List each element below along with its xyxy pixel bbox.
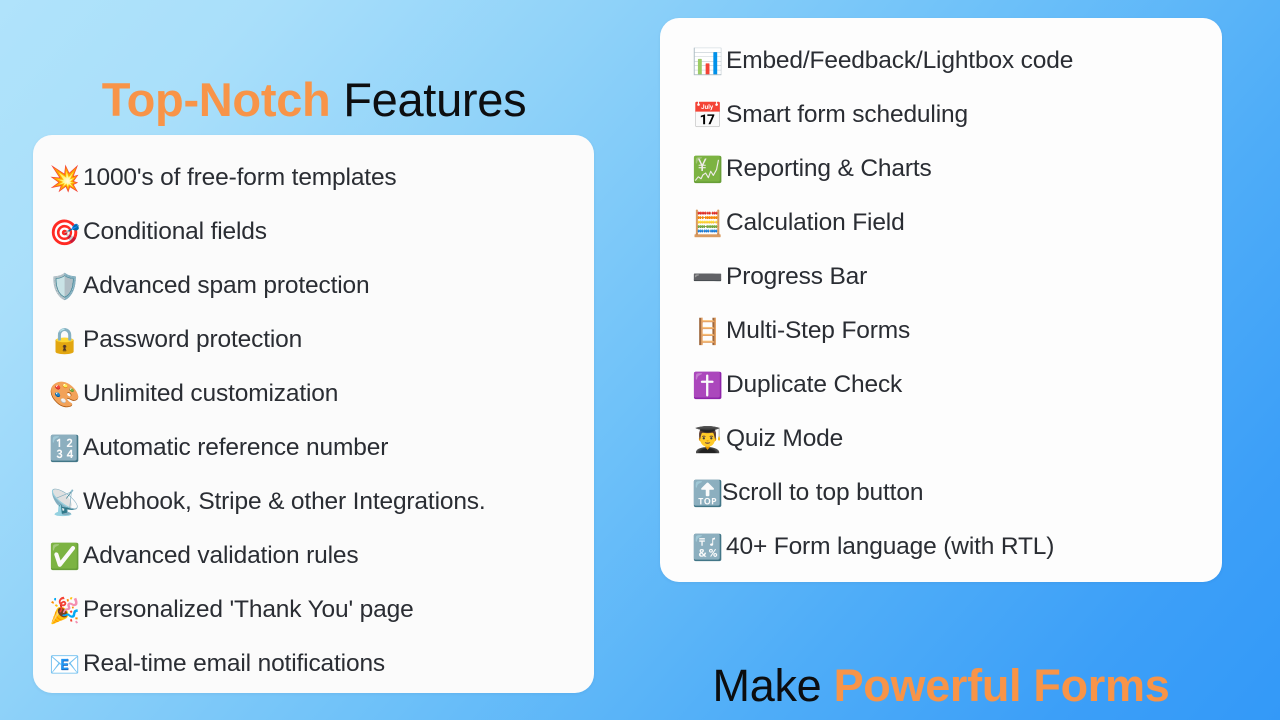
list-item-label: 40+ Form language (with RTL) [726, 533, 1055, 560]
list-item: 📊 Embed/Feedback/Lightbox code [692, 34, 1222, 88]
list-item-label: Real-time email notifications [83, 650, 386, 677]
list-item-label: Conditional fields [83, 218, 267, 245]
page-title-plain: Features [343, 73, 527, 127]
latin-cross-icon: ✝️ [692, 370, 724, 400]
satellite-antenna-icon: 📡 [49, 487, 81, 517]
ladder-icon: 🪜 [692, 316, 724, 346]
direct-hit-icon: 🎯 [49, 217, 81, 247]
list-item-label: Progress Bar [726, 263, 868, 290]
list-item: 🎨 Unlimited customization [49, 367, 594, 421]
page-title: Top-Notch Features [33, 69, 595, 131]
heavy-minus-sign-icon: ➖ [692, 262, 724, 292]
input-symbols-icon: 🔣 [692, 532, 724, 562]
page-title-space [330, 73, 343, 126]
check-mark-button-icon: ✅ [49, 541, 81, 571]
list-item-label: Unlimited customization [83, 380, 339, 407]
list-item: 🪜 Multi-Step Forms [692, 304, 1222, 358]
top-arrow-icon: 🔝 [692, 478, 724, 508]
bar-chart-icon: 📊 [692, 46, 724, 76]
list-item-label: Calculation Field [726, 209, 905, 236]
list-item: 🔣 40+ Form language (with RTL) [692, 520, 1222, 574]
email-icon: 📧 [49, 649, 81, 679]
collision-icon: 💥 [49, 163, 81, 193]
slide-canvas: Top-Notch Features 💥 1000's of free-form… [0, 0, 1280, 720]
shield-icon: 🛡️ [49, 271, 81, 301]
tagline-accent: Powerful Forms [833, 660, 1170, 712]
list-item-label: Password protection [83, 326, 303, 353]
list-item-label: Smart form scheduling [726, 101, 968, 128]
student-icon: 👨‍🎓 [692, 424, 724, 454]
artist-palette-icon: 🎨 [49, 379, 81, 409]
list-item: 🔝 Scroll to top button [692, 466, 1222, 520]
list-item: 🛡️ Advanced spam protection [49, 259, 594, 313]
right-feature-list: 📊 Embed/Feedback/Lightbox code 📅 Smart f… [660, 18, 1222, 574]
tagline-space [821, 660, 833, 711]
right-feature-card: 📊 Embed/Feedback/Lightbox code 📅 Smart f… [660, 18, 1222, 582]
list-item-label: 1000's of free-form templates [83, 164, 397, 191]
list-item-label: Advanced spam protection [83, 272, 370, 299]
list-item-label: Duplicate Check [726, 371, 903, 398]
tagline-plain: Make [712, 660, 822, 712]
list-item: ✝️ Duplicate Check [692, 358, 1222, 412]
party-popper-icon: 🎉 [49, 595, 81, 625]
list-item: 📡 Webhook, Stripe & other Integrations. [49, 475, 594, 529]
list-item: 🎉 Personalized 'Thank You' page [49, 583, 594, 637]
list-item-label: Personalized 'Thank You' page [83, 596, 414, 623]
list-item: 💹 Reporting & Charts [692, 142, 1222, 196]
list-item-label: Embed/Feedback/Lightbox code [726, 47, 1074, 74]
list-item: 🔢 Automatic reference number [49, 421, 594, 475]
input-numbers-icon: 🔢 [49, 433, 81, 463]
list-item-label: Multi-Step Forms [726, 317, 911, 344]
list-item: 🔒 Password protection [49, 313, 594, 367]
chart-increasing-yen-icon: 💹 [692, 154, 724, 184]
list-item-label: Scroll to top button [722, 479, 924, 506]
list-item: 📧 Real-time email notifications [49, 637, 594, 691]
list-item: ➖ Progress Bar [692, 250, 1222, 304]
list-item: 📅 Smart form scheduling [692, 88, 1222, 142]
list-item: 🎯 Conditional fields [49, 205, 594, 259]
list-item-label: Automatic reference number [83, 434, 389, 461]
tagline: Make Powerful Forms [660, 655, 1222, 717]
calendar-icon: 📅 [692, 100, 724, 130]
list-item-label: Advanced validation rules [83, 542, 359, 569]
left-feature-list: 💥 1000's of free-form templates 🎯 Condit… [33, 135, 594, 691]
page-title-accent: Top-Notch [101, 73, 331, 127]
abacus-icon: 🧮 [692, 208, 724, 238]
list-item: 💥 1000's of free-form templates [49, 151, 594, 205]
list-item: ✅ Advanced validation rules [49, 529, 594, 583]
list-item: 👨‍🎓 Quiz Mode [692, 412, 1222, 466]
list-item-label: Webhook, Stripe & other Integrations. [83, 488, 486, 515]
list-item-label: Reporting & Charts [726, 155, 932, 182]
list-item-label: Quiz Mode [726, 425, 844, 452]
lock-icon: 🔒 [49, 325, 81, 355]
left-feature-card: 💥 1000's of free-form templates 🎯 Condit… [33, 135, 594, 693]
list-item: 🧮 Calculation Field [692, 196, 1222, 250]
